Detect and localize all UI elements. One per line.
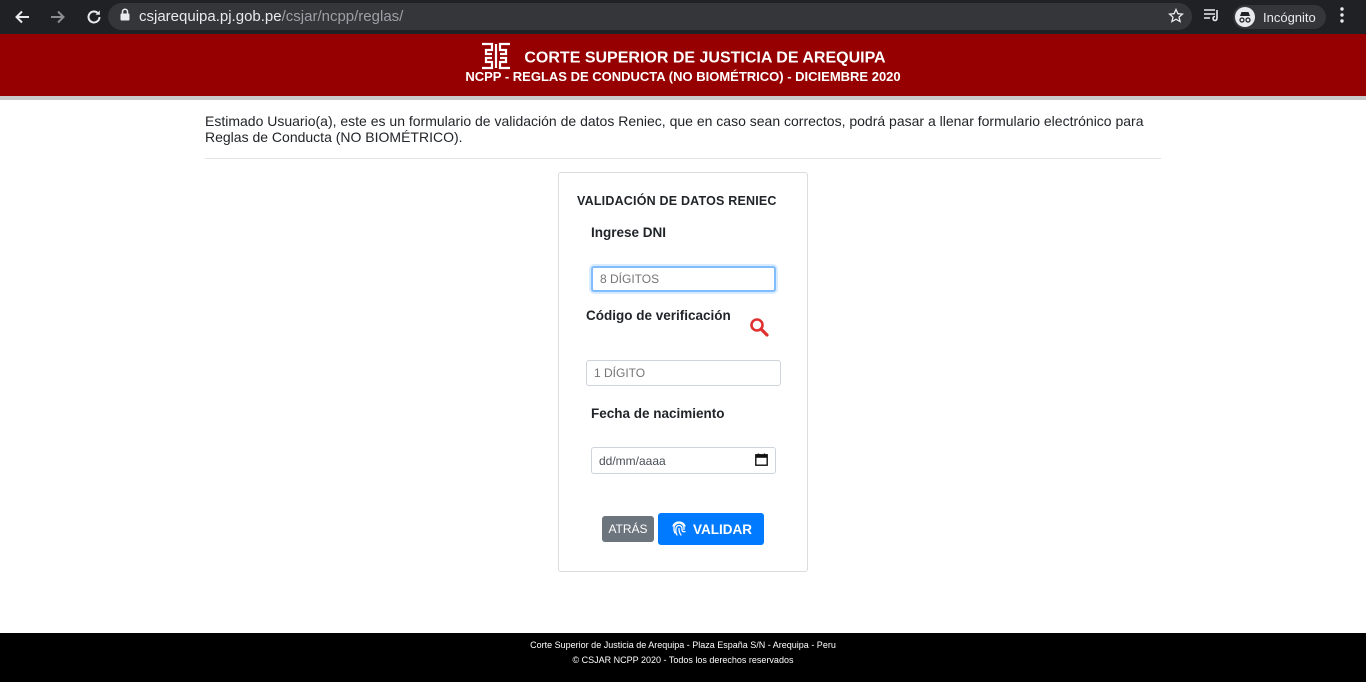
footer: Corte Superior de Justicia de Arequipa -…: [0, 633, 1366, 682]
divider: [205, 158, 1161, 159]
incognito-label: Incógnito: [1263, 9, 1316, 25]
incognito-indicator[interactable]: Incógnito: [1233, 5, 1326, 29]
header-title: CORTE SUPERIOR DE JUSTICIA DE AREQUIPA: [524, 49, 886, 67]
calendar-icon[interactable]: [755, 453, 768, 469]
birth-date-input[interactable]: dd/mm/aaaa: [591, 447, 776, 474]
validate-label: VALIDAR: [693, 521, 752, 537]
verification-code-input[interactable]: [586, 360, 781, 386]
address-bar[interactable]: csjarequipa.pj.gob.pe/csjar/ncpp/reglas/: [108, 3, 1192, 30]
lock-icon: [120, 7, 130, 26]
reload-icon[interactable]: [78, 1, 110, 33]
birth-date-label: Fecha de nacimiento: [591, 406, 725, 421]
birth-date-placeholder: dd/mm/aaaa: [599, 453, 666, 468]
intro-text: Estimado Usuario(a), este es un formular…: [205, 113, 1144, 145]
url-text: csjarequipa.pj.gob.pe/csjar/ncpp/reglas/: [139, 8, 403, 25]
card-title: VALIDACIÓN DE DATOS RENIEC: [577, 194, 777, 208]
dni-label: Ingrese DNI: [591, 225, 667, 240]
header-subtitle: NCPP - REGLAS DE CONDUCTA (NO BIOMÉTRICO…: [465, 69, 901, 84]
validation-card: VALIDACIÓN DE DATOS RENIEC Ingrese DNI C…: [558, 172, 808, 572]
back-button[interactable]: ATRÁS: [602, 516, 654, 542]
dni-input[interactable]: [591, 266, 776, 292]
back-arrow-icon[interactable]: [6, 1, 38, 33]
url-domain: csjarequipa.pj.gob.pe: [139, 8, 282, 25]
more-menu-icon[interactable]: [1340, 6, 1344, 28]
incognito-icon: [1235, 7, 1255, 27]
browser-toolbar: csjarequipa.pj.gob.pe/csjar/ncpp/reglas/…: [0, 0, 1366, 34]
reading-list-icon[interactable]: [1203, 7, 1221, 28]
toolbar-right: Incógnito: [1203, 0, 1344, 34]
bookmark-star-icon[interactable]: [1167, 7, 1185, 29]
header-banner: CORTE SUPERIOR DE JUSTICIA DE AREQUIPA N…: [0, 34, 1366, 100]
forward-arrow-icon[interactable]: [42, 1, 74, 33]
footer-copyright: © CSJAR NCPP 2020 - Todos los derechos r…: [572, 655, 794, 665]
verification-code-label: Código de verificación: [586, 308, 731, 323]
footer-address: Corte Superior de Justicia de Arequipa -…: [530, 640, 836, 650]
validate-button[interactable]: VALIDAR: [658, 513, 764, 545]
search-icon[interactable]: [749, 317, 769, 342]
fingerprint-icon: [670, 519, 688, 540]
url-path: /csjar/ncpp/reglas/: [281, 8, 404, 25]
